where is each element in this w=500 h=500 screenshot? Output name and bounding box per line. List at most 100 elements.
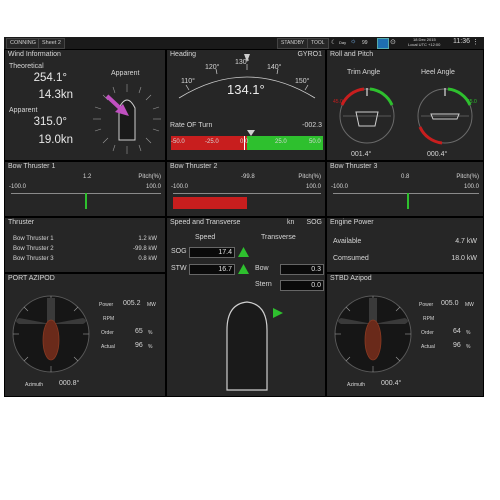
order-unit: % <box>148 330 153 336</box>
thruster-level-fill <box>173 197 247 209</box>
panel-title: STBD Azipod <box>330 275 372 282</box>
panel-title: Wind Information <box>8 51 61 58</box>
stw-label: STW <box>171 265 187 272</box>
stern-value: 0.0 <box>280 280 324 291</box>
heading-tick-150: 150° <box>295 77 310 85</box>
trim-dial: 45.0 <box>333 87 395 144</box>
rot-title: Rate OF Turn <box>170 122 213 129</box>
power-label: Power <box>99 302 114 308</box>
speed-unit: kn <box>287 219 295 226</box>
engine-power-panel: Engine Power Available 4.7 kW Comsumed 1… <box>326 217 484 273</box>
order-unit: % <box>466 330 471 336</box>
thruster-min: -100.0 <box>9 184 27 190</box>
stbd-azipod-panel: STBD Azipod Power 005.0 MW RPM Order 64 … <box>326 273 484 397</box>
heading-tick-120: 120° <box>205 63 220 71</box>
heading-tick-110: 110° <box>181 77 195 85</box>
thruster-unit: Pitch(%) <box>298 174 321 180</box>
azimuth-label: Azimuth <box>25 382 44 388</box>
panel-title: Bow Thruster 3 <box>330 163 378 170</box>
rot-value: -002.3 <box>302 122 322 129</box>
day-label: Day <box>339 40 347 45</box>
roll-pitch-panel: Roll and Pitch Trim Angle Heel Angle 45.… <box>326 49 484 161</box>
standby-button[interactable]: STANDBY <box>277 38 309 49</box>
list-item-value: 1.2 kW <box>138 236 157 242</box>
tool-button[interactable]: TOOL <box>307 38 329 49</box>
bow-thruster-3-panel: Bow Thruster 3 0.8 Pitch(%) -100.0 100.0 <box>326 161 484 217</box>
rpm-label: RPM <box>423 316 435 322</box>
tab-conning[interactable]: CONNING <box>6 38 40 49</box>
actual-label: Actual <box>101 344 115 350</box>
panel-title: Thruster <box>8 219 35 226</box>
apparent-direction: 315.0° <box>33 116 67 128</box>
display-mode-icon[interactable] <box>377 38 389 49</box>
wind-panel: Wind Information Theoretical 254.1° 14.3… <box>4 49 166 161</box>
transverse-header: Transverse <box>261 234 296 241</box>
consumed-value: 18.0 kW <box>451 255 477 262</box>
rot-tick: 0.0 <box>240 139 249 145</box>
sog-label: SOG <box>171 248 187 255</box>
thruster-value: 1.2 <box>83 174 92 180</box>
port-azipod-panel: PORT AZIPOD Power 005.2 MW RPM Order 65 … <box>4 273 166 397</box>
trim-value: 001.4° <box>351 151 372 158</box>
heel-value: 000.4° <box>427 151 448 158</box>
bow-value: 0.3 <box>280 264 324 275</box>
speed-header: Speed <box>195 234 216 241</box>
power-label: Power <box>419 302 434 308</box>
hull-front-icon <box>430 113 460 120</box>
rot-tick: 50.0 <box>309 139 321 145</box>
list-item-value: 0.8 kW <box>138 256 157 262</box>
thruster-min: -100.0 <box>331 184 349 190</box>
sun-icon[interactable]: ☼ <box>350 38 356 45</box>
theoretical-speed: 14.3kn <box>38 89 73 101</box>
power-value: 005.2 <box>123 300 141 307</box>
heading-tick-130: 130° <box>235 58 250 66</box>
panel-title: Bow Thruster 2 <box>170 163 218 170</box>
consumed-label: Comsumed <box>333 255 369 262</box>
port-azipod-dial <box>12 295 90 373</box>
actual-value: 96 <box>453 342 461 349</box>
available-value: 4.7 kW <box>455 238 477 245</box>
azimuth-label: Azimuth <box>347 382 366 388</box>
panel-title: Speed and Transverse <box>170 219 241 226</box>
apparent-speed: 19.0kn <box>38 134 73 146</box>
power-unit: MW <box>465 302 474 308</box>
available-label: Available <box>333 238 362 245</box>
help-icon[interactable]: ⊙ <box>390 38 396 46</box>
list-item-name: Bow Thruster 3 <box>13 256 54 262</box>
list-item-value: -99.8 kW <box>132 246 157 252</box>
rot-tick: -25.0 <box>205 139 219 145</box>
local-utc-text: Local UTC +12:00 <box>408 42 441 47</box>
apparent-label: Apparent <box>9 107 38 114</box>
list-item-name: Bow Thruster 2 <box>13 246 54 252</box>
power-value: 005.0 <box>441 300 459 307</box>
moon-icon[interactable]: ☾ <box>331 39 336 46</box>
thruster-list-panel: Thruster Bow Thruster 1 1.2 kW Bow Thrus… <box>4 217 166 273</box>
thruster-max: 100.0 <box>145 184 161 190</box>
list-item-name: Bow Thruster 1 <box>13 236 54 242</box>
power-unit: MW <box>147 302 156 308</box>
speed-panel: Speed and Transverse kn SOG Speed Transv… <box>166 217 326 397</box>
order-value: 64 <box>453 328 461 335</box>
theoretical-label: Theoretical <box>9 63 44 70</box>
sog-arrow-icon <box>238 247 249 257</box>
trim-port-mark: 45.0 <box>333 99 343 105</box>
bow-thruster-1-panel: Bow Thruster 1 1.2 Pitch(%) -100.0 100.0 <box>4 161 166 217</box>
apparent-dial-label: Apparent <box>111 70 140 77</box>
menu-icon[interactable]: ⋮ <box>472 38 479 46</box>
bow-label: Bow <box>255 265 269 272</box>
heading-value: 134.1° <box>227 82 265 97</box>
stern-label: Stern <box>255 281 272 288</box>
panel-title: Engine Power <box>330 219 374 226</box>
heading-panel: Heading GYRO1 110° 120° 130° 140° 150° 1… <box>166 49 326 161</box>
rot-tick: -50.0 <box>171 139 185 145</box>
azimuth-value: 000.4° <box>381 380 402 387</box>
wind-dial <box>93 84 161 154</box>
stbd-azipod-dial <box>334 295 412 373</box>
clock: 11:36 <box>453 38 470 45</box>
tab-sheet-2[interactable]: Sheet 2 <box>38 38 65 49</box>
ship-plan-icon <box>226 301 268 391</box>
rot-tick: 25.0 <box>275 139 287 145</box>
thruster-unit: Pitch(%) <box>138 174 161 180</box>
heading-tick-140: 140° <box>267 63 282 71</box>
conning-display: CONNING Sheet 2 STANDBY TOOL ☾ Day ☼ 99 … <box>4 37 484 397</box>
